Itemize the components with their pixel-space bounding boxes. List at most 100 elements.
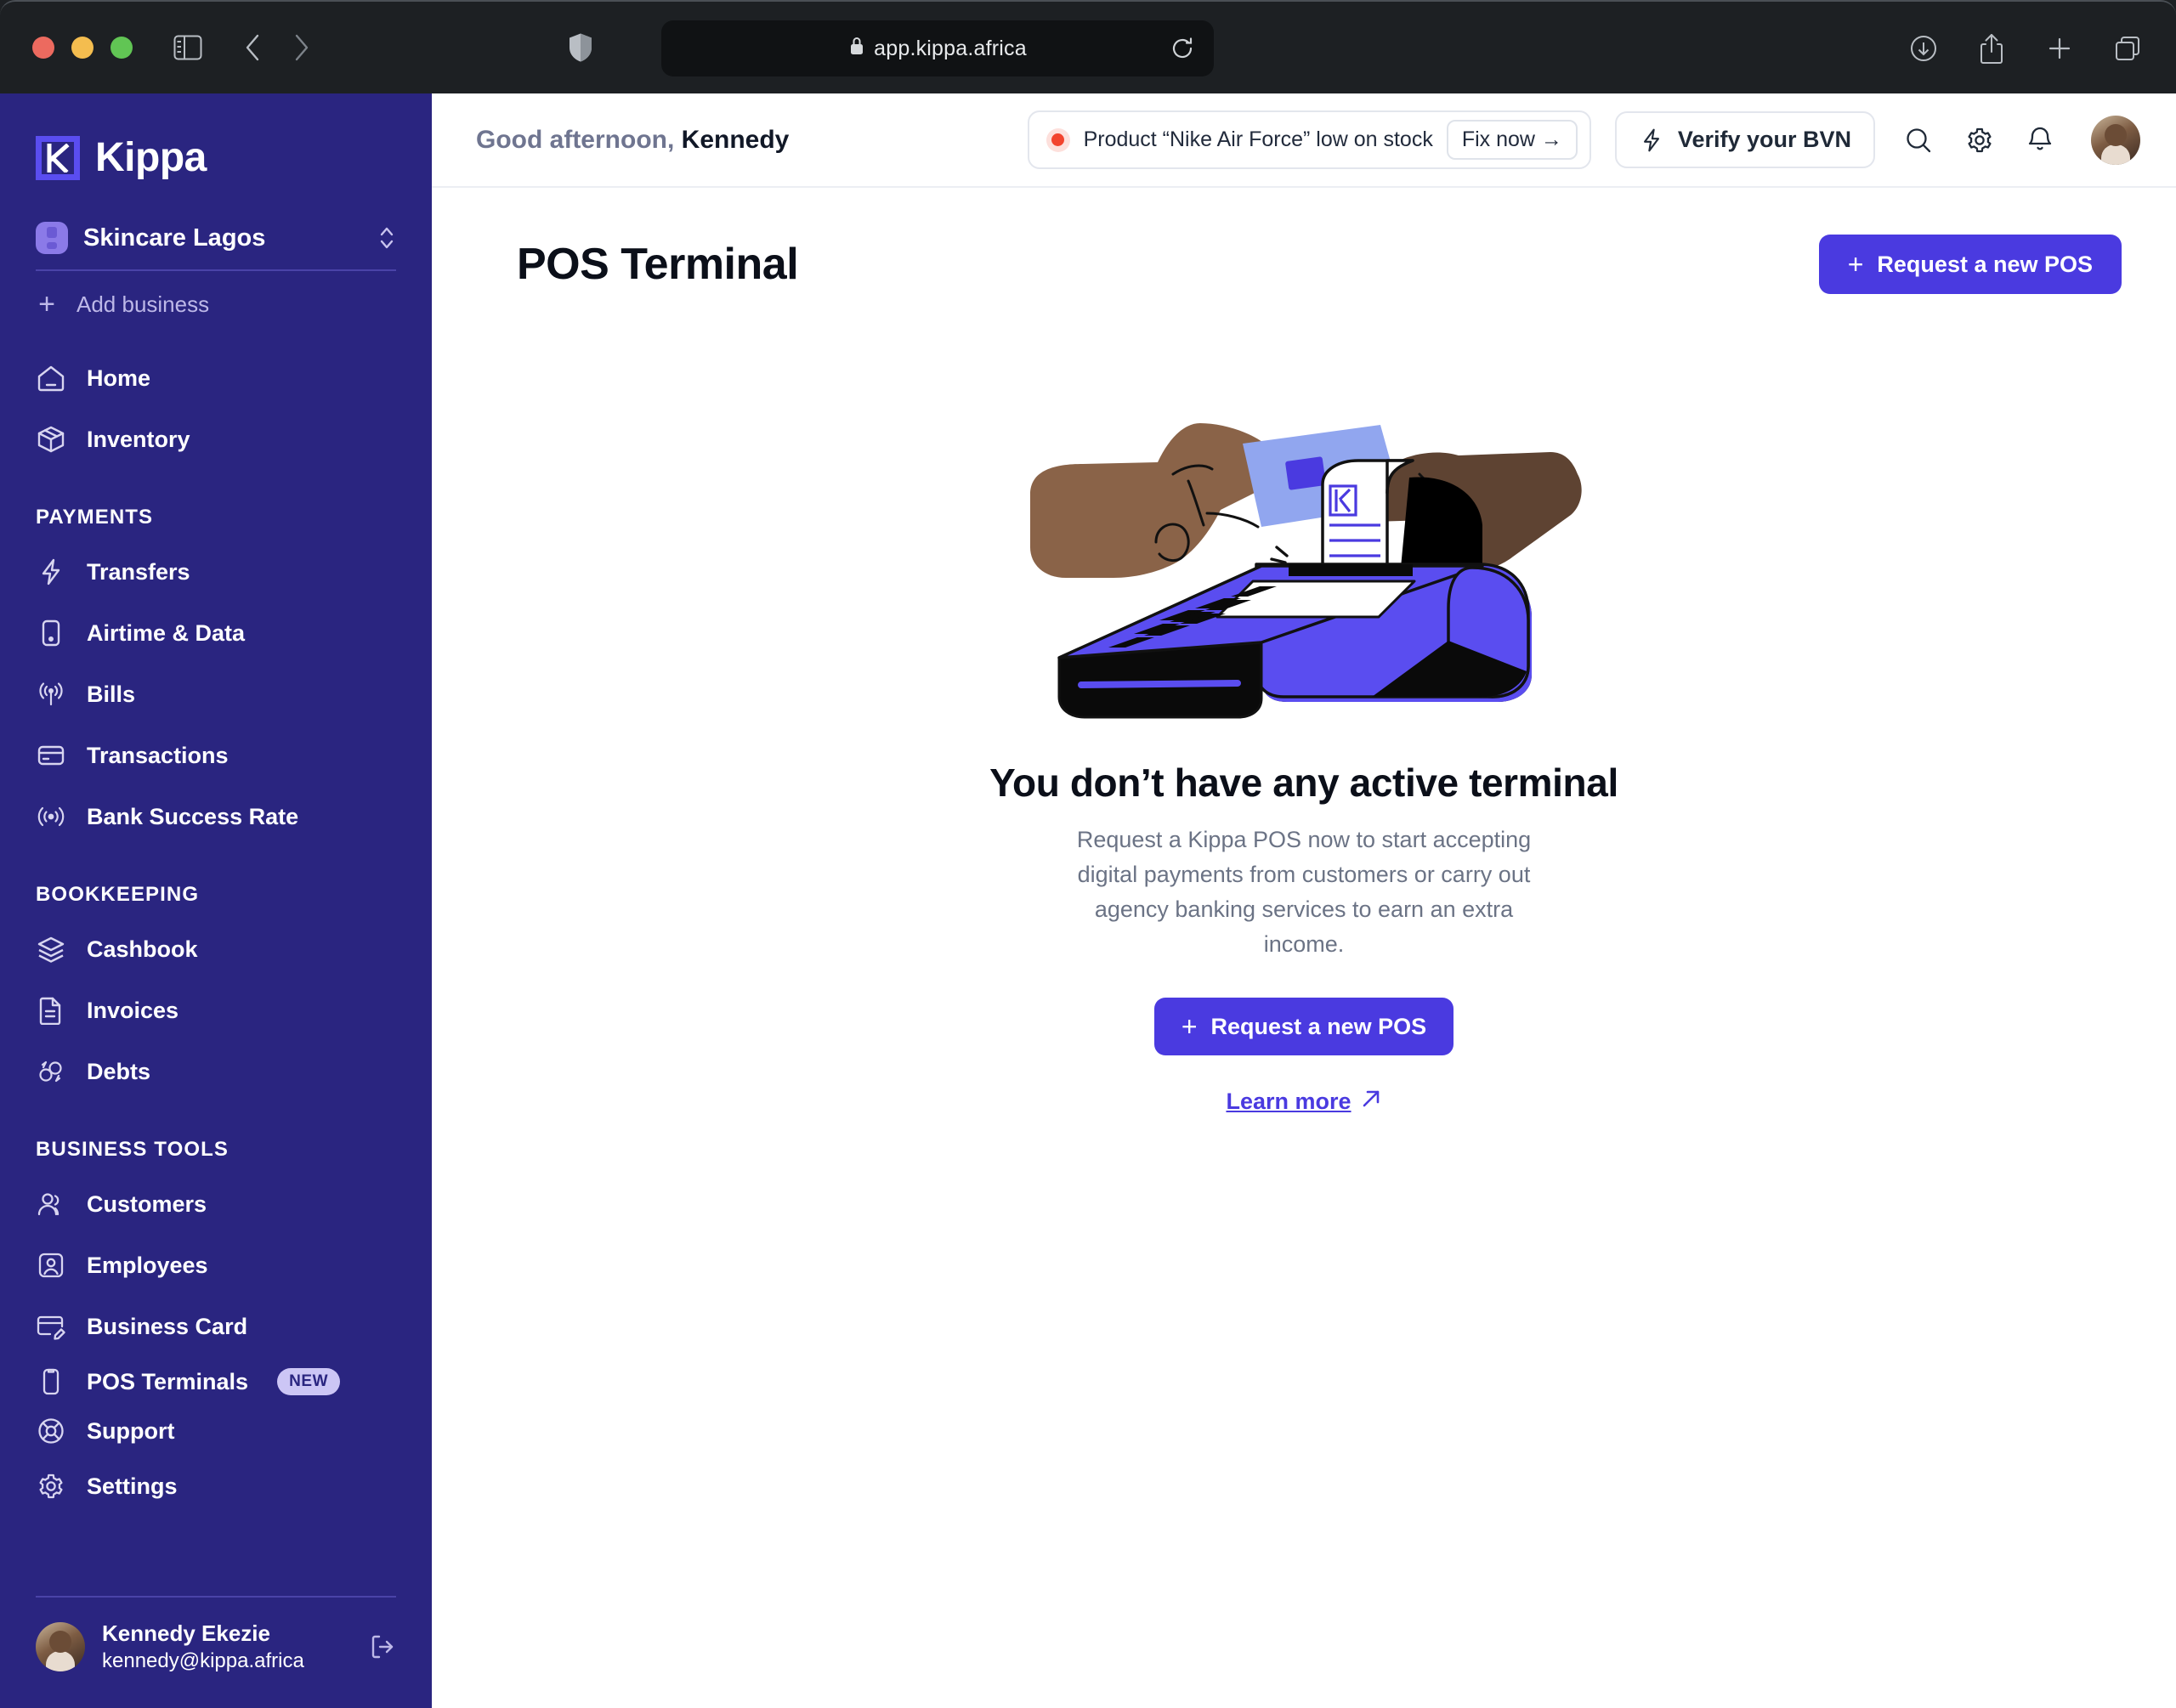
maximize-window-button[interactable] bbox=[110, 37, 133, 59]
add-business-button[interactable]: + Add business bbox=[36, 290, 396, 319]
sidebar-item-settings[interactable]: Settings bbox=[0, 1456, 432, 1517]
logout-icon[interactable] bbox=[369, 1633, 396, 1660]
sidebar-section-bookkeeping: BOOKKEEPING bbox=[36, 883, 200, 906]
address-bar[interactable]: app.kippa.africa bbox=[661, 20, 1214, 76]
status-badge: NEW bbox=[277, 1368, 341, 1395]
request-new-pos-button-header[interactable]: + Request a new POS bbox=[1818, 235, 2122, 294]
kippa-logo-icon bbox=[36, 135, 80, 180]
mobile-icon bbox=[36, 1366, 66, 1397]
sidebar-item-invoices[interactable]: Invoices bbox=[0, 980, 432, 1041]
bolt-icon bbox=[36, 557, 66, 587]
sidebar-item-bank-success-rate[interactable]: Bank Success Rate bbox=[0, 786, 432, 847]
back-button[interactable] bbox=[233, 28, 272, 67]
document-icon bbox=[36, 995, 66, 1026]
app-root: Kippa Skincare Lagos + Add business Home… bbox=[0, 93, 2176, 1708]
browser-toolbar-right bbox=[1904, 2, 2147, 95]
sidebar-item-label: POS Terminals bbox=[87, 1368, 249, 1394]
bell-icon[interactable] bbox=[2026, 126, 2054, 155]
gear-icon[interactable] bbox=[1965, 126, 1994, 155]
sidebar-item-business-card[interactable]: Business Card bbox=[0, 1296, 432, 1357]
sidebar-item-label: Invoices bbox=[87, 997, 179, 1023]
sidebar: Kippa Skincare Lagos + Add business Home… bbox=[0, 93, 432, 1708]
box-icon bbox=[36, 424, 66, 455]
learn-more-link[interactable]: Learn more bbox=[1226, 1088, 1381, 1116]
forward-button[interactable] bbox=[282, 28, 321, 67]
sidebar-item-inventory[interactable]: Inventory bbox=[0, 409, 432, 470]
reload-icon[interactable] bbox=[1170, 36, 1195, 61]
sidebar-item-label: Employees bbox=[87, 1252, 208, 1278]
browser-navigation bbox=[233, 28, 321, 67]
user-profile[interactable]: Kennedy Ekezie kennedy@kippa.africa bbox=[36, 1620, 396, 1674]
user-name: Kennedy Ekezie bbox=[102, 1620, 270, 1647]
bolt-icon bbox=[1639, 127, 1664, 153]
shield-icon[interactable] bbox=[561, 28, 600, 67]
alert-dot-icon bbox=[1046, 127, 1070, 152]
greeting-prefix: Good afternoon, bbox=[476, 125, 675, 154]
plus-icon: + bbox=[1847, 249, 1864, 280]
business-name: Skincare Lagos bbox=[83, 223, 266, 252]
add-business-label: Add business bbox=[76, 291, 210, 317]
close-window-button[interactable] bbox=[32, 37, 54, 59]
plus-icon: + bbox=[38, 288, 55, 320]
lifebuoy-icon bbox=[36, 1416, 66, 1446]
fix-now-button[interactable]: Fix now → bbox=[1446, 120, 1578, 160]
lock-icon bbox=[848, 36, 865, 61]
empty-state-title: You don’t have any active terminal bbox=[989, 761, 1618, 805]
request-new-pos-button-center[interactable]: + Request a new POS bbox=[1153, 998, 1454, 1056]
sidebar-item-label: Customers bbox=[87, 1191, 207, 1217]
sidebar-item-bills[interactable]: Bills bbox=[0, 664, 432, 725]
phone-icon bbox=[36, 618, 66, 648]
card-icon bbox=[36, 740, 66, 771]
sidebar-item-label: Home bbox=[87, 365, 151, 391]
share-icon[interactable] bbox=[1972, 29, 2011, 68]
sidebar-toggle-icon[interactable] bbox=[168, 28, 207, 67]
verify-bvn-button[interactable]: Verify your BVN bbox=[1614, 111, 1875, 168]
request-new-pos-label: Request a new POS bbox=[1877, 251, 2093, 277]
page-header: POS Terminal + Request a new POS bbox=[432, 188, 2176, 294]
sidebar-item-transactions[interactable]: Transactions bbox=[0, 725, 432, 786]
sidebar-item-customers[interactable]: Customers bbox=[0, 1174, 432, 1235]
greeting-name: Kennedy bbox=[681, 125, 790, 154]
home-icon bbox=[36, 363, 66, 393]
sidebar-item-label: Bank Success Rate bbox=[87, 803, 299, 829]
gear-icon bbox=[36, 1471, 66, 1502]
sidebar-item-cashbook[interactable]: Cashbook bbox=[0, 919, 432, 980]
sidebar-item-pos-terminals[interactable]: POS Terminals NEW bbox=[0, 1357, 432, 1406]
top-bar: Good afternoon, Kennedy Product “Nike Ai… bbox=[432, 93, 2176, 188]
pos-terminal-payment-illustration bbox=[1030, 423, 1582, 719]
download-icon[interactable] bbox=[1904, 29, 1943, 68]
users-icon bbox=[36, 1189, 66, 1219]
sidebar-item-support[interactable]: Support bbox=[0, 1406, 432, 1456]
sidebar-footer: Kennedy Ekezie kennedy@kippa.africa bbox=[36, 1596, 396, 1708]
window-controls bbox=[32, 37, 133, 59]
sidebar-item-airtime-data[interactable]: Airtime & Data bbox=[0, 602, 432, 664]
sidebar-item-employees[interactable]: Employees bbox=[0, 1235, 432, 1296]
search-icon[interactable] bbox=[1904, 126, 1933, 155]
sidebar-item-label: Cashbook bbox=[87, 936, 198, 962]
business-selector[interactable]: Skincare Lagos bbox=[36, 222, 396, 271]
signal-icon bbox=[36, 801, 66, 832]
sidebar-item-label: Bills bbox=[87, 681, 136, 707]
brand-logo[interactable]: Kippa bbox=[36, 134, 432, 181]
sidebar-item-label: Debts bbox=[87, 1058, 151, 1084]
minimize-window-button[interactable] bbox=[71, 37, 94, 59]
stock-alert-text: Product “Nike Air Force” low on stock bbox=[1083, 127, 1433, 151]
sidebar-item-transfers[interactable]: Transfers bbox=[0, 541, 432, 602]
plus-icon: + bbox=[1181, 1011, 1198, 1043]
tab-overview-icon[interactable] bbox=[2108, 29, 2147, 68]
sidebar-item-home[interactable]: Home bbox=[0, 348, 432, 409]
new-tab-icon[interactable] bbox=[2040, 29, 2079, 68]
user-meta: Kennedy Ekezie kennedy@kippa.africa bbox=[102, 1620, 352, 1674]
avatar[interactable] bbox=[2091, 115, 2140, 165]
card-edit-icon bbox=[36, 1311, 66, 1342]
chevron-up-down-icon[interactable] bbox=[377, 223, 396, 252]
sidebar-item-label: Airtime & Data bbox=[87, 619, 246, 646]
learn-more-label: Learn more bbox=[1226, 1089, 1352, 1115]
browser-chrome: app.kippa.africa bbox=[0, 0, 2176, 93]
user-email: kennedy@kippa.africa bbox=[102, 1649, 304, 1672]
avatar bbox=[36, 1622, 85, 1672]
url-text: app.kippa.africa bbox=[874, 36, 1027, 60]
sidebar-item-debts[interactable]: Debts bbox=[0, 1041, 432, 1102]
main-content: Good afternoon, Kennedy Product “Nike Ai… bbox=[432, 93, 2176, 1708]
sidebar-item-label: Settings bbox=[87, 1473, 178, 1499]
